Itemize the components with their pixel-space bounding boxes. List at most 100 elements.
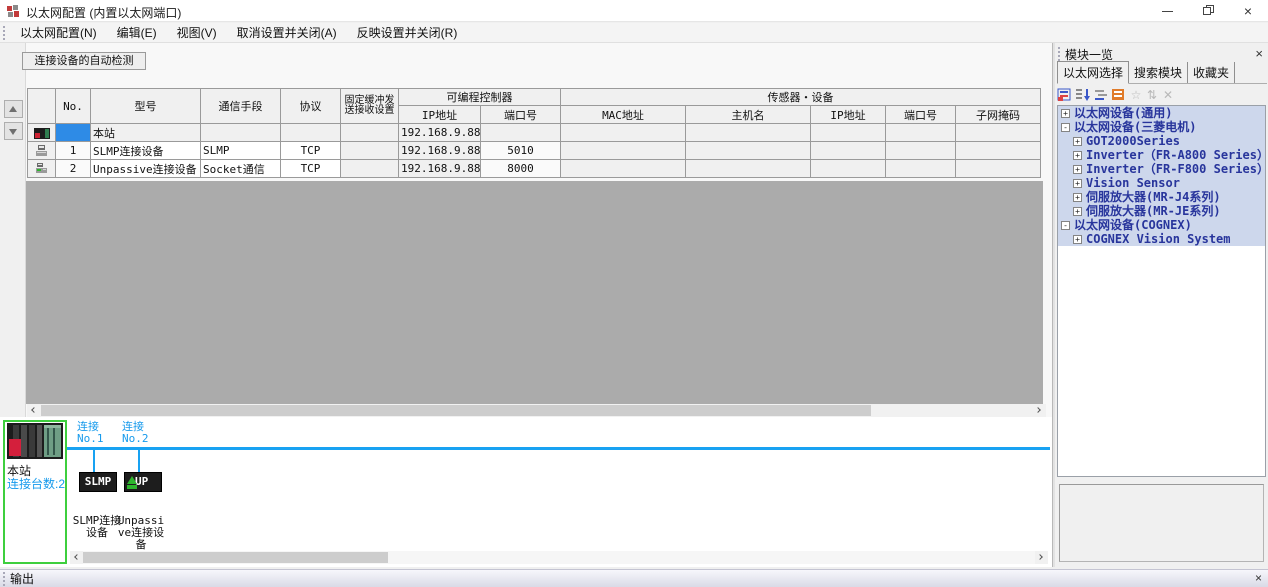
device-2-chip[interactable]: UP [124, 472, 162, 492]
cell-subnet[interactable] [956, 124, 1041, 142]
cell-protocol[interactable]: TCP [281, 160, 341, 178]
cell-host[interactable] [686, 124, 811, 142]
col-header-model: 型号 [91, 89, 201, 124]
cell-method[interactable]: SLMP [201, 142, 281, 160]
tree-label: 以太网设备(三菱电机) [1074, 120, 1196, 134]
cell-method[interactable] [201, 124, 281, 142]
cell-no[interactable]: 1 [56, 142, 91, 160]
row-move-down-button[interactable] [4, 122, 23, 140]
close-button[interactable]: × [1228, 0, 1268, 22]
module-panel-title: 模块一览 [1065, 46, 1113, 63]
row-move-up-button[interactable] [4, 100, 23, 118]
menu-cancel-and-close[interactable]: 取消设置并关闭(A) [227, 23, 347, 43]
cell-fixed-buffer[interactable] [341, 142, 399, 160]
tree-item-got2000[interactable]: +GOT2000Series [1058, 134, 1265, 148]
menu-ethernet-config[interactable]: 以太网配置(N) [10, 23, 107, 43]
restore-button[interactable] [1188, 0, 1228, 22]
scroll-right-button[interactable] [1033, 404, 1046, 417]
cell-mac[interactable] [561, 142, 686, 160]
cell-model[interactable]: 本站 [91, 124, 201, 142]
collapse-all-icon[interactable] [1093, 88, 1109, 102]
minimize-button[interactable] [1148, 0, 1188, 22]
output-label: 输出 [10, 570, 34, 587]
cell-fixed-buffer[interactable] [341, 160, 399, 178]
cell-method[interactable]: Socket通信 [201, 160, 281, 178]
favorite-move-icon[interactable]: ⇅ [1145, 88, 1159, 102]
scroll-left-button[interactable] [70, 551, 83, 564]
cell-port[interactable] [886, 160, 956, 178]
cell-plc-port[interactable] [481, 124, 561, 142]
device-1-chip[interactable]: SLMP [79, 472, 117, 492]
table-horizontal-scrollbar[interactable] [27, 404, 1046, 417]
tree-item-cognex-vision[interactable]: +COGNEX Vision System [1058, 232, 1265, 246]
module-panel-close-icon[interactable]: × [1255, 46, 1263, 62]
cell-plc-port[interactable]: 8000 [481, 160, 561, 178]
cell-mac[interactable] [561, 160, 686, 178]
expand-icon[interactable]: + [1073, 193, 1082, 202]
cell-no[interactable] [56, 124, 91, 142]
expand-icon[interactable]: + [1073, 137, 1082, 146]
scroll-right-button[interactable] [1035, 551, 1048, 564]
connection-table: No. 型号 通信手段 协议 固定缓冲发送接收设置 可编程控制器 传感器・设备 … [27, 88, 1041, 178]
auto-detect-button[interactable]: 连接设备的自动检测 [22, 52, 146, 70]
module-tree: +以太网设备(通用) -以太网设备(三菱电机) +GOT2000Series +… [1057, 105, 1266, 477]
host-station-box[interactable]: 本站 连接台数:2 [3, 420, 67, 564]
col-header-port: 端口号 [886, 106, 956, 124]
cell-port[interactable] [886, 142, 956, 160]
tree-item-servo-mrj4[interactable]: +伺服放大器(MR-J4系列) [1058, 190, 1265, 204]
cell-ip[interactable] [811, 160, 886, 178]
tree-item-vision-sensor[interactable]: +Vision Sensor [1058, 176, 1265, 190]
cell-plc-port[interactable]: 5010 [481, 142, 561, 160]
expand-icon[interactable]: + [1061, 109, 1070, 118]
tree-item-inverter-fra800[interactable]: +Inverter（FR-A800 Series） [1058, 148, 1265, 162]
app-icon [6, 4, 20, 18]
favorite-delete-icon[interactable]: ✕ [1161, 88, 1175, 102]
cell-model[interactable]: Unpassive连接设备 [91, 160, 201, 178]
category-view-icon[interactable] [1057, 88, 1073, 102]
cell-model[interactable]: SLMP连接设备 [91, 142, 201, 160]
tree-item-servo-mrje[interactable]: +伺服放大器(MR-JE系列) [1058, 204, 1265, 218]
tab-favorites[interactable]: 收藏夹 [1188, 62, 1235, 83]
menu-apply-and-close[interactable]: 反映设置并关闭(R) [347, 23, 468, 43]
cell-host[interactable] [686, 142, 811, 160]
cell-plc-ip[interactable]: 192.168.9.88 [399, 142, 481, 160]
cell-fixed-buffer[interactable] [341, 124, 399, 142]
scrollbar-thumb[interactable] [41, 405, 871, 416]
expand-icon[interactable]: + [1073, 151, 1082, 160]
menu-edit[interactable]: 编辑(E) [107, 23, 167, 43]
chevron-left-icon [31, 407, 37, 413]
panel-grip [1058, 47, 1061, 61]
expand-icon[interactable]: + [1073, 207, 1082, 216]
cell-port[interactable] [886, 124, 956, 142]
cell-plc-ip[interactable]: 192.168.9.88 [399, 124, 481, 142]
expand-icon[interactable]: + [1073, 165, 1082, 174]
cell-subnet[interactable] [956, 160, 1041, 178]
output-close-icon[interactable]: × [1255, 571, 1262, 585]
cell-ip[interactable] [811, 124, 886, 142]
tab-ethernet-selection[interactable]: 以太网选择 [1057, 61, 1129, 84]
cell-mac[interactable] [561, 124, 686, 142]
diagram-horizontal-scrollbar[interactable] [70, 551, 1048, 564]
cell-subnet[interactable] [956, 142, 1041, 160]
collapse-icon[interactable]: - [1061, 221, 1070, 230]
cell-protocol[interactable] [281, 124, 341, 142]
tab-search-module[interactable]: 搜索模块 [1129, 62, 1188, 83]
device-view-icon[interactable] [1111, 88, 1127, 102]
tree-item-ethernet-generic[interactable]: +以太网设备(通用) [1058, 106, 1265, 120]
menu-view[interactable]: 视图(V) [167, 23, 227, 43]
cell-host[interactable] [686, 160, 811, 178]
cell-ip[interactable] [811, 142, 886, 160]
tree-item-inverter-frf800[interactable]: +Inverter（FR-F800 Series） [1058, 162, 1265, 176]
tree-item-ethernet-cognex[interactable]: -以太网设备(COGNEX) [1058, 218, 1265, 232]
cell-plc-ip[interactable]: 192.168.9.88 [399, 160, 481, 178]
favorite-add-icon[interactable]: ☆ [1129, 88, 1143, 102]
cell-protocol[interactable]: TCP [281, 142, 341, 160]
cell-no[interactable]: 2 [56, 160, 91, 178]
expand-icon[interactable]: + [1073, 179, 1082, 188]
scrollbar-thumb[interactable] [83, 552, 388, 563]
tree-item-ethernet-mitsubishi[interactable]: -以太网设备(三菱电机) [1058, 120, 1265, 134]
expand-icon[interactable]: + [1073, 235, 1082, 244]
collapse-icon[interactable]: - [1061, 123, 1070, 132]
scroll-left-button[interactable] [27, 404, 40, 417]
sort-name-icon[interactable] [1075, 88, 1091, 102]
